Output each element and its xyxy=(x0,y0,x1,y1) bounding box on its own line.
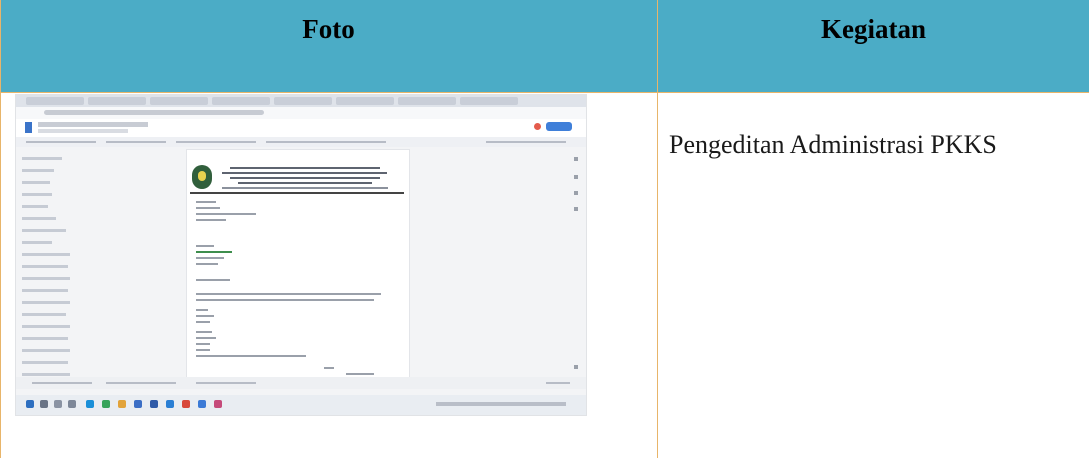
doc-menu-bar xyxy=(38,129,128,133)
activity-table: Foto Kegiatan Pengeditan Administrasi PK… xyxy=(0,0,1089,458)
column-divider xyxy=(657,0,658,458)
browser-tabs xyxy=(16,95,586,107)
letterhead-rule xyxy=(190,192,404,194)
activity-photo xyxy=(15,94,587,416)
header-kegiatan-label: Kegiatan xyxy=(821,14,926,44)
header-foto-label: Foto xyxy=(302,14,355,44)
header-foto-cell: Foto xyxy=(0,0,657,92)
kegiatan-cell-text: Pengeditan Administrasi PKKS xyxy=(669,130,997,159)
avatar xyxy=(534,123,541,130)
header-kegiatan-cell: Kegiatan xyxy=(658,0,1089,92)
url-field xyxy=(44,110,264,115)
document-outline xyxy=(22,157,82,397)
doc-title-bar xyxy=(38,122,148,127)
docs-icon xyxy=(25,122,32,133)
system-tray xyxy=(436,402,566,406)
left-border xyxy=(0,0,1,458)
share-button xyxy=(546,122,572,131)
row-divider xyxy=(0,92,1089,93)
doc-status-bar xyxy=(16,377,586,389)
